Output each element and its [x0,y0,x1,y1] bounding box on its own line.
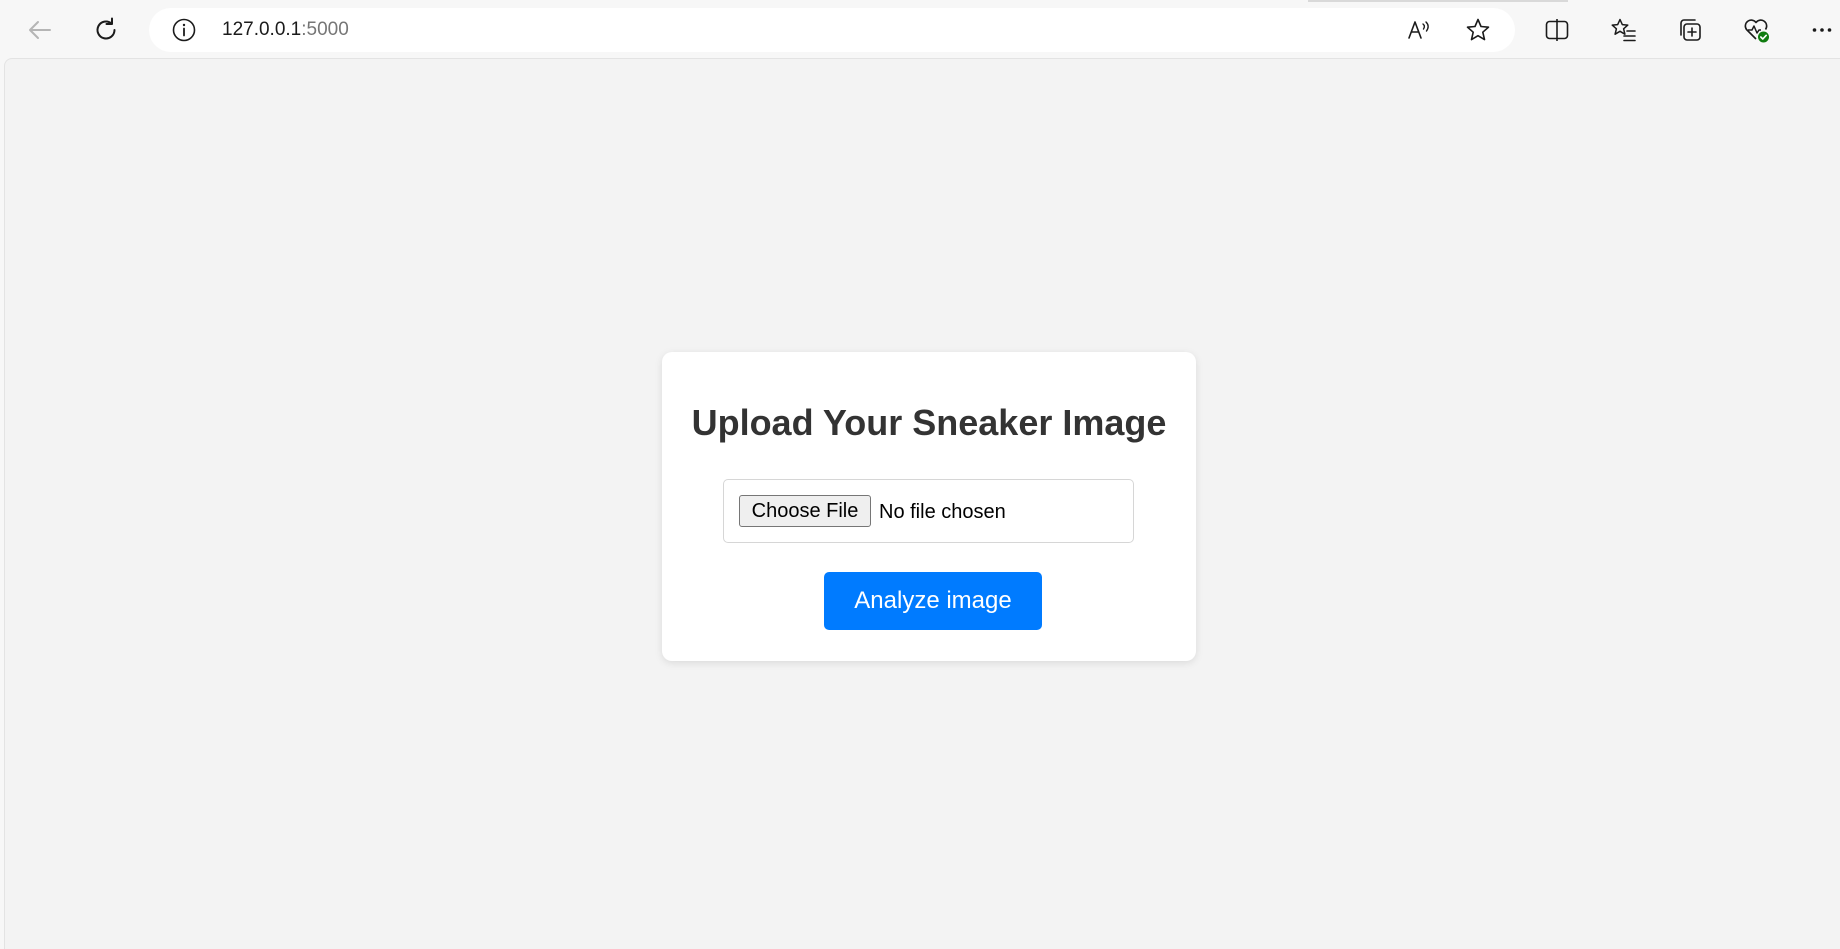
browser-toolbar: 127.0.0.1:5000 [0,0,1840,58]
favorites-list-icon[interactable] [1602,8,1646,52]
tab-strip-edge [1308,0,1568,2]
back-arrow-icon[interactable] [18,8,62,52]
url-host: 127.0.0.1 [222,19,302,40]
upload-card: Upload Your Sneaker Image Choose File No… [662,352,1196,661]
browser-essentials-icon[interactable] [1734,8,1778,52]
url-text[interactable]: 127.0.0.1:5000 [222,8,349,52]
url-port: :5000 [301,19,349,40]
favorite-star-icon[interactable] [1463,15,1493,45]
analyze-image-button[interactable]: Analyze image [824,572,1042,630]
split-screen-icon[interactable] [1535,8,1579,52]
refresh-icon[interactable] [84,8,128,52]
page-title: Upload Your Sneaker Image [691,402,1167,443]
page-viewport: Upload Your Sneaker Image Choose File No… [4,58,1840,949]
more-options-icon[interactable] [1800,8,1840,52]
choose-file-button[interactable]: Choose File [739,495,871,527]
site-info-icon[interactable] [169,15,199,45]
file-input[interactable]: Choose File No file chosen [723,479,1134,543]
collections-icon[interactable] [1668,8,1712,52]
file-status-text: No file chosen [879,501,1006,523]
address-bar[interactable]: 127.0.0.1:5000 [149,8,1515,52]
read-aloud-icon[interactable] [1404,15,1434,45]
